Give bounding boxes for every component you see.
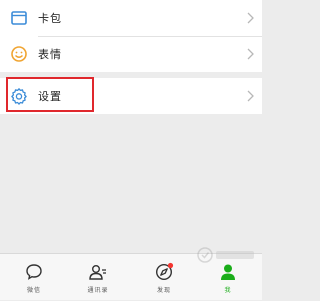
tab-chats[interactable]: 微信 xyxy=(8,254,60,301)
settings-highlight-box xyxy=(6,77,94,112)
chevron-right-icon xyxy=(247,12,254,24)
tab-label: 微信 xyxy=(26,287,41,294)
menu-group-1: 卡包 表情 xyxy=(0,0,262,72)
contacts-icon xyxy=(89,265,106,280)
chevron-right-icon xyxy=(247,90,254,102)
menu-item-emoji[interactable]: 表情 xyxy=(0,36,262,72)
tab-label: 发现 xyxy=(156,287,171,294)
chevron-right-icon xyxy=(247,48,254,60)
tab-discover[interactable]: 发现 xyxy=(138,254,190,301)
card-icon xyxy=(11,11,27,25)
tab-label: 我 xyxy=(224,287,232,294)
person-icon xyxy=(221,264,235,280)
watermark-logo xyxy=(197,247,254,263)
tab-label: 通讯录 xyxy=(87,287,109,294)
emoji-icon xyxy=(11,46,27,62)
chat-bubble-icon xyxy=(26,264,42,280)
menu-item-label: 卡包 xyxy=(38,12,62,25)
tab-contacts[interactable]: 通讯录 xyxy=(72,254,124,301)
menu-item-label: 表情 xyxy=(38,48,62,61)
compass-icon xyxy=(155,262,174,281)
menu-item-card[interactable]: 卡包 xyxy=(0,0,262,36)
